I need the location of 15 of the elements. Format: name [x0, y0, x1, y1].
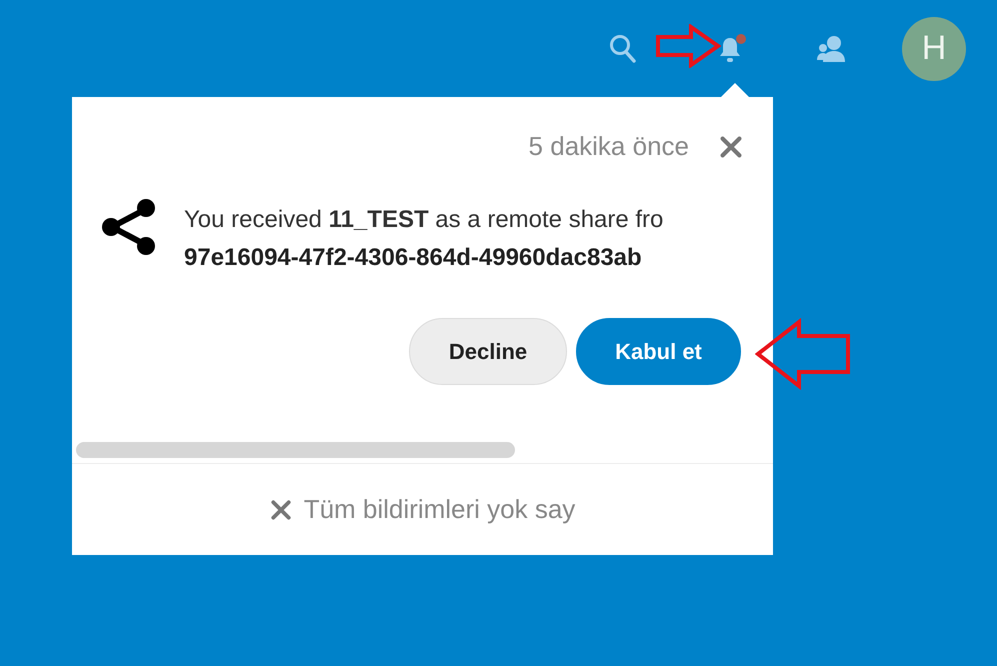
dismiss-all-button[interactable]: Tüm bildirimleri yok say	[270, 494, 576, 525]
close-icon	[270, 498, 292, 520]
user-avatar[interactable]: H	[902, 16, 966, 80]
notification-sender: 97e16094-47f2-4306-864d-49960dac83ab	[184, 244, 643, 272]
share-icon	[100, 198, 158, 256]
notification-time: 5 dakika önce	[528, 131, 689, 162]
annotation-arrow	[655, 24, 721, 68]
decline-button[interactable]: Decline	[409, 318, 567, 385]
contacts-icon[interactable]	[815, 34, 847, 64]
notification-message: You received 11_TEST as a remote share fro	[184, 206, 664, 234]
accept-button[interactable]: Kabul et	[576, 318, 741, 385]
close-icon	[719, 134, 743, 158]
search-icon[interactable]	[609, 34, 637, 64]
close-button[interactable]	[719, 134, 743, 158]
scrollbar-thumb[interactable]	[76, 442, 515, 458]
